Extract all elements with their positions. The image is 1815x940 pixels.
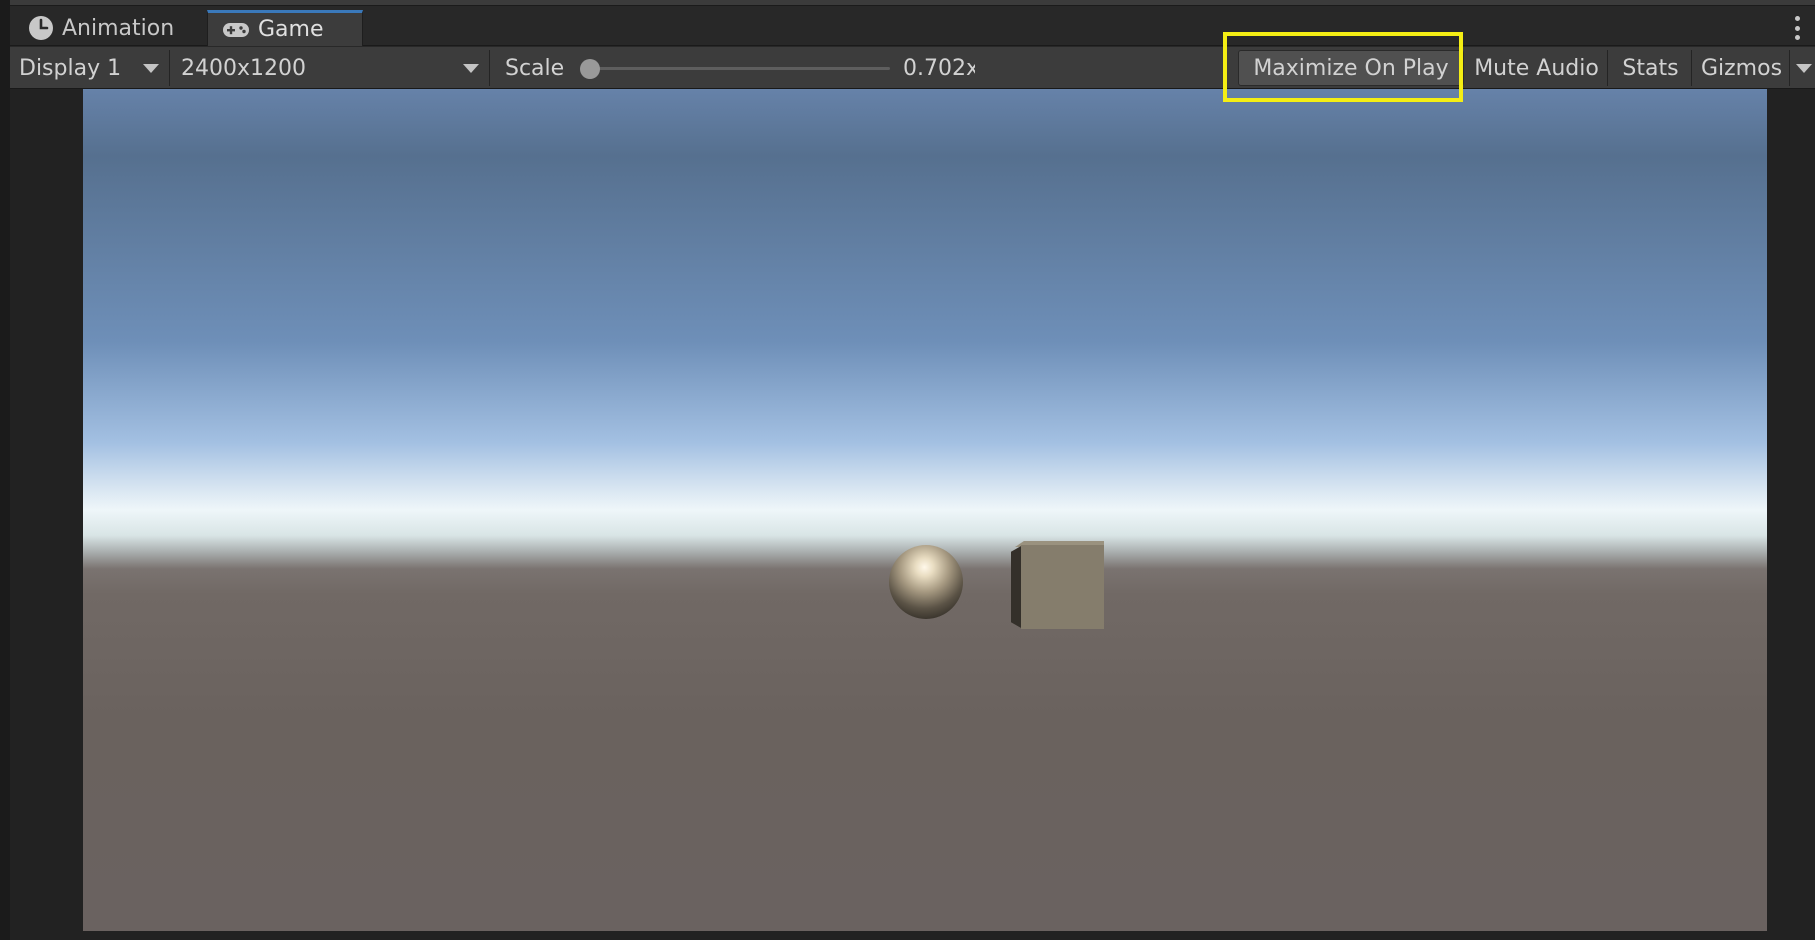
gizmos-button[interactable]: Gizmos	[1694, 50, 1790, 86]
more-options-icon[interactable]	[1793, 16, 1801, 40]
sphere-object	[889, 545, 963, 619]
chevron-down-icon	[143, 64, 159, 73]
window-left-edge	[0, 0, 10, 940]
cube-object	[1021, 545, 1104, 629]
scale-slider-track[interactable]	[592, 67, 890, 70]
scale-value: 0.702x	[903, 55, 975, 81]
chevron-down-icon	[463, 64, 479, 73]
tab-animation[interactable]: Animation	[14, 10, 204, 46]
clock-icon	[28, 15, 54, 41]
maximize-on-play-button[interactable]: Maximize On Play	[1238, 50, 1464, 86]
game-window: Animation Game Display 1 2400x1200 Scale…	[0, 0, 1815, 940]
tab-animation-label: Animation	[62, 15, 175, 41]
resolution-dropdown-label: 2400x1200	[181, 55, 306, 81]
stats-button[interactable]: Stats	[1610, 50, 1692, 86]
scale-slider-handle[interactable]	[580, 59, 600, 79]
chevron-down-icon	[1795, 63, 1812, 73]
tab-game[interactable]: Game	[207, 10, 363, 46]
mute-audio-button[interactable]: Mute Audio	[1466, 50, 1608, 86]
display-dropdown-label: Display 1	[19, 55, 122, 81]
display-dropdown[interactable]: Display 1	[10, 50, 170, 86]
gizmos-menu-button[interactable]	[1792, 50, 1815, 86]
tab-bar: Animation Game	[10, 6, 1815, 46]
gamepad-icon	[222, 20, 250, 40]
game-view[interactable]	[10, 89, 1815, 940]
tab-game-label: Game	[258, 17, 324, 42]
game-toolbar: Display 1 2400x1200 Scale 0.702x Maximiz…	[10, 47, 1815, 89]
resolution-dropdown[interactable]: 2400x1200	[172, 50, 490, 86]
scale-label: Scale	[505, 55, 565, 81]
game-viewport[interactable]	[83, 89, 1767, 931]
